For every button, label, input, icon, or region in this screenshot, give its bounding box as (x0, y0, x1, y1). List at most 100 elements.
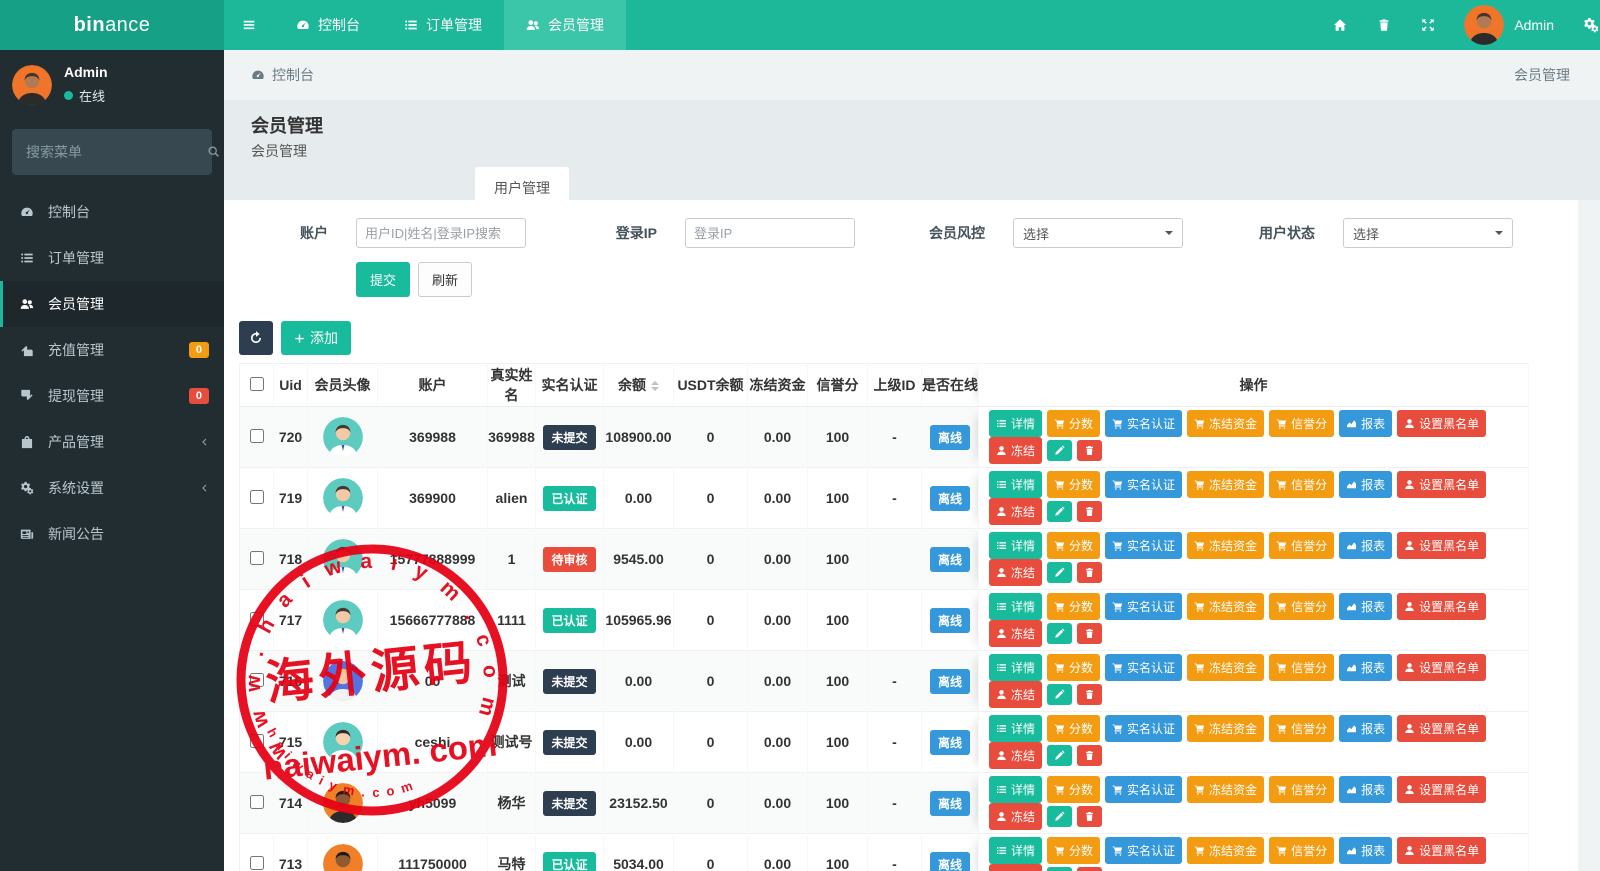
breadcrumb-left[interactable]: 控制台 (251, 65, 314, 85)
action-button-3[interactable]: 冻结资金 (1187, 532, 1264, 559)
action-button-7[interactable]: 冻结 (989, 559, 1042, 586)
action-button-5[interactable]: 报表 (1339, 471, 1392, 498)
action-button-0[interactable]: 详情 (989, 471, 1042, 498)
sidebar-toggle[interactable] (224, 0, 274, 50)
sidebar-item-3[interactable]: 充值管理0 (0, 327, 224, 373)
action-button-0[interactable]: 详情 (989, 837, 1042, 864)
row-checkbox[interactable] (250, 490, 264, 504)
action-button-7[interactable]: 冻结 (989, 437, 1042, 464)
action-pencil-button[interactable] (1047, 440, 1072, 461)
sidebar-item-4[interactable]: 提现管理0 (0, 373, 224, 419)
action-trash-button[interactable] (1077, 806, 1102, 827)
action-button-4[interactable]: 信誉分 (1269, 715, 1334, 742)
submit-button[interactable]: 提交 (356, 262, 410, 297)
sort-icon[interactable] (651, 377, 659, 395)
action-button-4[interactable]: 信誉分 (1269, 837, 1334, 864)
action-button-3[interactable]: 冻结资金 (1187, 471, 1264, 498)
action-button-5[interactable]: 报表 (1339, 532, 1392, 559)
action-button-7[interactable]: 冻结 (989, 620, 1042, 647)
action-button-4[interactable]: 信誉分 (1269, 471, 1334, 498)
action-button-4[interactable]: 信誉分 (1269, 532, 1334, 559)
action-button-3[interactable]: 冻结资金 (1187, 410, 1264, 437)
action-button-0[interactable]: 详情 (989, 715, 1042, 742)
action-button-2[interactable]: 实名认证 (1105, 776, 1182, 803)
action-button-6[interactable]: 设置黑名单 (1397, 837, 1486, 864)
col-header-5[interactable]: 余额 (604, 364, 674, 407)
action-button-2[interactable]: 实名认证 (1105, 715, 1182, 742)
action-button-3[interactable]: 冻结资金 (1187, 654, 1264, 681)
action-button-2[interactable]: 实名认证 (1105, 532, 1182, 559)
action-button-1[interactable]: 分数 (1047, 593, 1100, 620)
row-checkbox[interactable] (250, 795, 264, 809)
action-button-6[interactable]: 设置黑名单 (1397, 776, 1486, 803)
action-button-0[interactable]: 详情 (989, 532, 1042, 559)
action-button-5[interactable]: 报表 (1339, 837, 1392, 864)
action-button-4[interactable]: 信誉分 (1269, 593, 1334, 620)
row-checkbox[interactable] (250, 734, 264, 748)
search-icon[interactable] (207, 145, 221, 159)
filter-select-2[interactable]: 选择 (1013, 218, 1183, 248)
navbar-expand-button[interactable] (1406, 0, 1450, 50)
sidebar-item-7[interactable]: 新闻公告 (0, 511, 224, 557)
topnav-item-2[interactable]: 会员管理 (504, 0, 626, 50)
action-button-6[interactable]: 设置黑名单 (1397, 410, 1486, 437)
sidebar-item-6[interactable]: 系统设置 (0, 465, 224, 511)
action-trash-button[interactable] (1077, 501, 1102, 522)
action-button-7[interactable]: 冻结 (989, 864, 1042, 871)
action-button-2[interactable]: 实名认证 (1105, 471, 1182, 498)
action-button-6[interactable]: 设置黑名单 (1397, 532, 1486, 559)
sidebar-item-1[interactable]: 订单管理 (0, 235, 224, 281)
action-button-0[interactable]: 详情 (989, 654, 1042, 681)
add-member-button[interactable]: 添加 (281, 321, 351, 355)
refresh-table-button[interactable] (239, 321, 273, 355)
action-button-1[interactable]: 分数 (1047, 715, 1100, 742)
action-button-6[interactable]: 设置黑名单 (1397, 471, 1486, 498)
action-button-3[interactable]: 冻结资金 (1187, 593, 1264, 620)
action-button-4[interactable]: 信誉分 (1269, 654, 1334, 681)
action-trash-button[interactable] (1077, 562, 1102, 583)
navbar-trash-button[interactable] (1362, 0, 1406, 50)
action-pencil-button[interactable] (1047, 501, 1072, 522)
refresh-form-button[interactable]: 刷新 (418, 262, 472, 297)
row-checkbox[interactable] (250, 612, 264, 626)
action-button-0[interactable]: 详情 (989, 410, 1042, 437)
row-checkbox[interactable] (250, 673, 264, 687)
select-all-checkbox[interactable] (250, 377, 264, 391)
action-button-7[interactable]: 冻结 (989, 803, 1042, 830)
sidebar-item-5[interactable]: 产品管理 (0, 419, 224, 465)
action-button-0[interactable]: 详情 (989, 776, 1042, 803)
filter-input-1[interactable] (685, 218, 855, 248)
action-button-1[interactable]: 分数 (1047, 471, 1100, 498)
action-trash-button[interactable] (1077, 623, 1102, 644)
action-pencil-button[interactable] (1047, 623, 1072, 644)
action-button-6[interactable]: 设置黑名单 (1397, 593, 1486, 620)
action-button-1[interactable]: 分数 (1047, 776, 1100, 803)
action-button-5[interactable]: 报表 (1339, 654, 1392, 681)
sidebar-search-input[interactable] (26, 144, 207, 160)
sidebar-item-0[interactable]: 控制台 (0, 189, 224, 235)
sidebar-item-2[interactable]: 会员管理 (0, 281, 224, 327)
navbar-home-button[interactable] (1318, 0, 1362, 50)
action-pencil-button[interactable] (1047, 562, 1072, 583)
action-button-3[interactable]: 冻结资金 (1187, 715, 1264, 742)
action-button-5[interactable]: 报表 (1339, 715, 1392, 742)
settings-gears-icon[interactable] (1568, 0, 1600, 50)
action-trash-button[interactable] (1077, 745, 1102, 766)
app-logo[interactable]: binance (0, 0, 224, 50)
action-button-2[interactable]: 实名认证 (1105, 593, 1182, 620)
action-button-6[interactable]: 设置黑名单 (1397, 654, 1486, 681)
action-button-5[interactable]: 报表 (1339, 593, 1392, 620)
row-checkbox[interactable] (250, 856, 264, 870)
action-button-7[interactable]: 冻结 (989, 498, 1042, 525)
action-trash-button[interactable] (1077, 867, 1102, 871)
filter-input-0[interactable] (356, 218, 526, 248)
action-button-2[interactable]: 实名认证 (1105, 837, 1182, 864)
action-button-7[interactable]: 冻结 (989, 681, 1042, 708)
action-button-1[interactable]: 分数 (1047, 410, 1100, 437)
row-checkbox[interactable] (250, 551, 264, 565)
navbar-user[interactable]: Admin (1450, 5, 1568, 45)
action-button-2[interactable]: 实名认证 (1105, 410, 1182, 437)
topnav-item-0[interactable]: 控制台 (274, 0, 382, 50)
action-pencil-button[interactable] (1047, 806, 1072, 827)
action-button-1[interactable]: 分数 (1047, 654, 1100, 681)
